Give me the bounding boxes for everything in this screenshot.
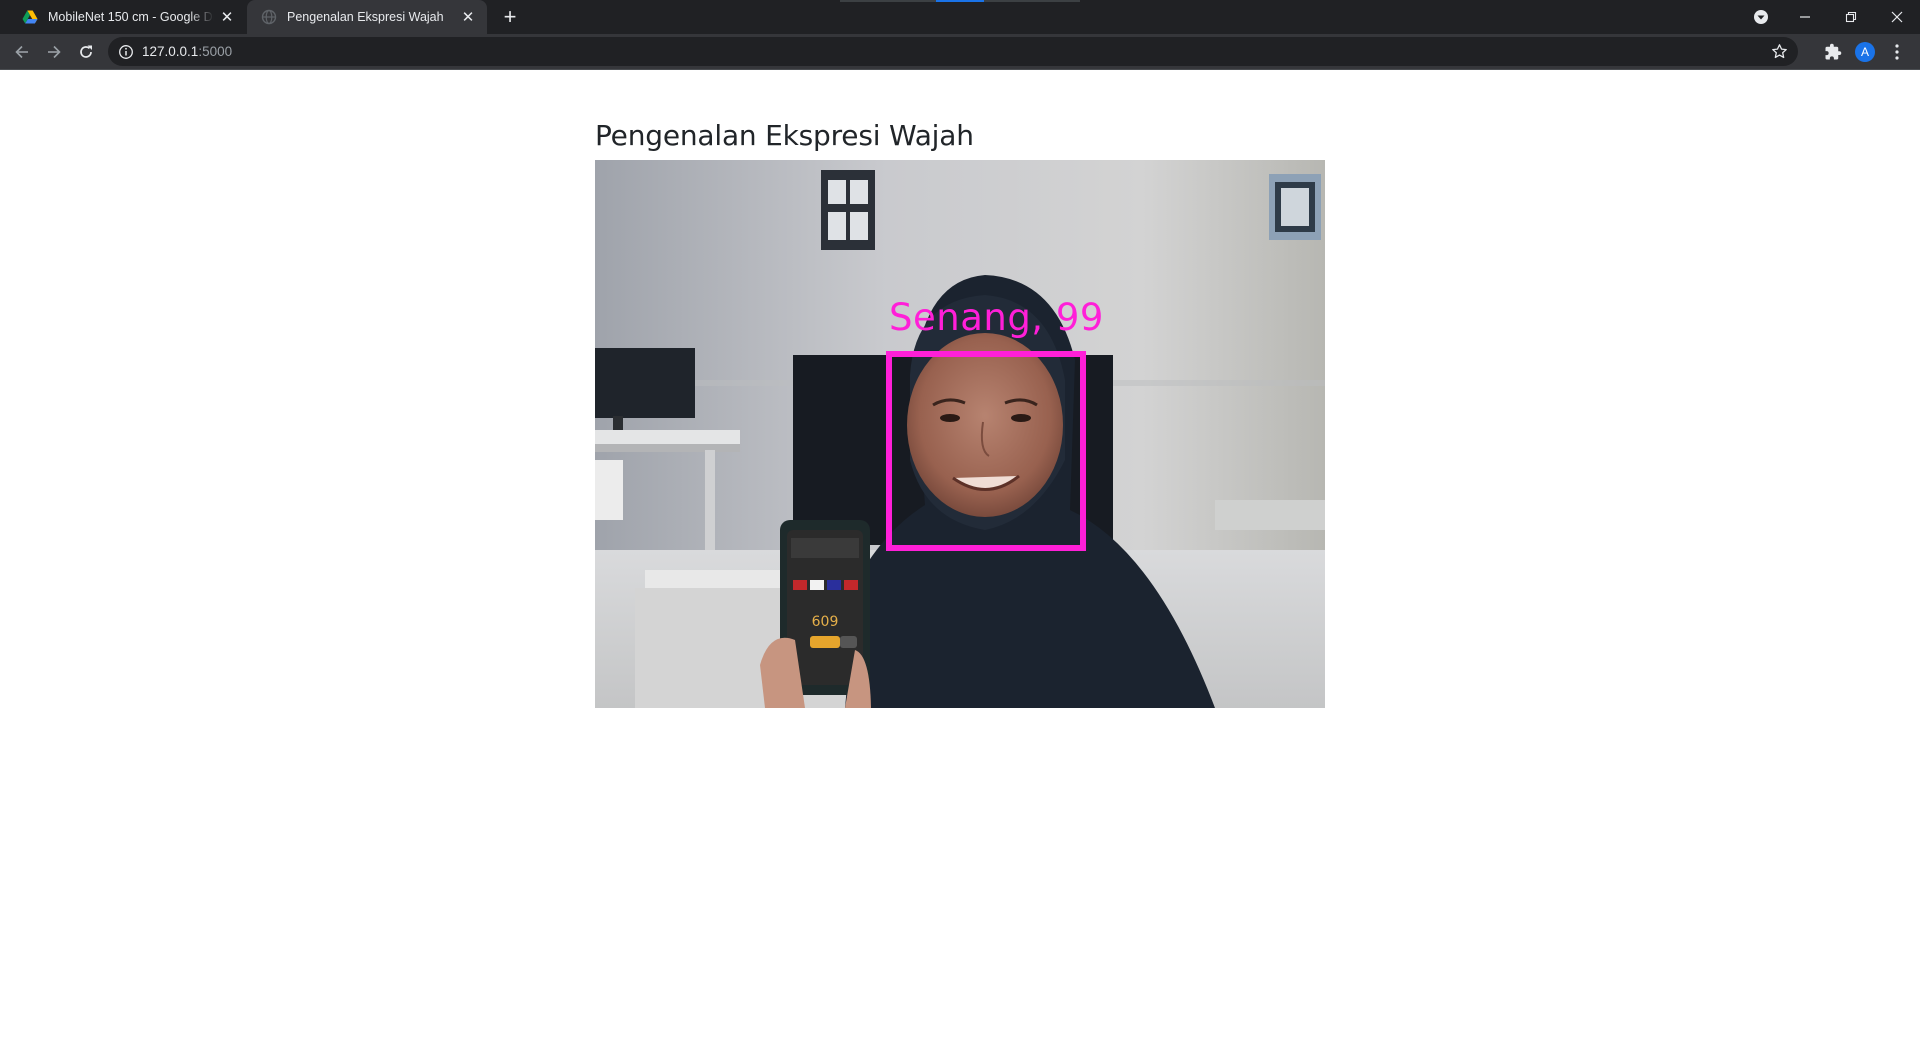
tab-pengenalan-ekspresi-wajah[interactable]: Pengenalan Ekspresi Wajah ✕ [247,0,487,34]
address-bar[interactable]: 127.0.0.1:5000 [108,37,1798,66]
back-icon[interactable] [8,38,36,66]
new-tab-button[interactable]: + [498,4,522,29]
avatar-initial: A [1855,42,1875,62]
profile-menu-icon[interactable] [1738,0,1784,34]
minimize-icon[interactable] [1782,0,1828,34]
video-feed: 609 Senang, 99 [595,160,1325,708]
bookmark-star-icon[interactable] [1771,43,1788,60]
window-drag-line [840,0,940,2]
window-drag-line [984,0,1080,2]
web-page: Pengenalan Ekspresi Wajah 609 Senang, 99 [0,71,1920,1040]
restore-icon[interactable] [1828,0,1874,34]
phone-screen-value: 609 [812,614,839,630]
face-bounding-box [886,351,1086,551]
window-drag-line-accent [936,0,984,2]
forward-icon[interactable] [40,38,68,66]
url-host: 127.0.0.1 [142,44,199,59]
page-title: Pengenalan Ekspresi Wajah [595,119,974,152]
site-info-icon[interactable] [118,44,134,60]
reload-icon[interactable] [72,38,100,66]
detection-label: Senang, 99 [889,296,1104,339]
tab-google-drive[interactable]: MobileNet 150 cm - Google Drive ✕ [8,0,246,34]
extensions-puzzle-icon[interactable] [1822,41,1844,63]
url-port: :5000 [198,44,233,59]
url-text: 127.0.0.1:5000 [142,44,232,59]
close-window-icon[interactable] [1874,0,1920,34]
tab-title: MobileNet 150 cm - Google Drive [48,10,214,24]
tab-title: Pengenalan Ekspresi Wajah [287,10,444,24]
close-tab-icon[interactable]: ✕ [218,8,236,26]
kebab-menu-icon[interactable] [1886,41,1908,63]
globe-icon [261,9,277,25]
avatar[interactable]: A [1854,41,1876,63]
browser-toolbar: 127.0.0.1:5000 A [0,34,1920,70]
google-drive-icon [22,9,38,25]
close-tab-icon[interactable]: ✕ [459,8,477,26]
tab-strip: MobileNet 150 cm - Google Drive ✕ Pengen… [0,0,1920,34]
